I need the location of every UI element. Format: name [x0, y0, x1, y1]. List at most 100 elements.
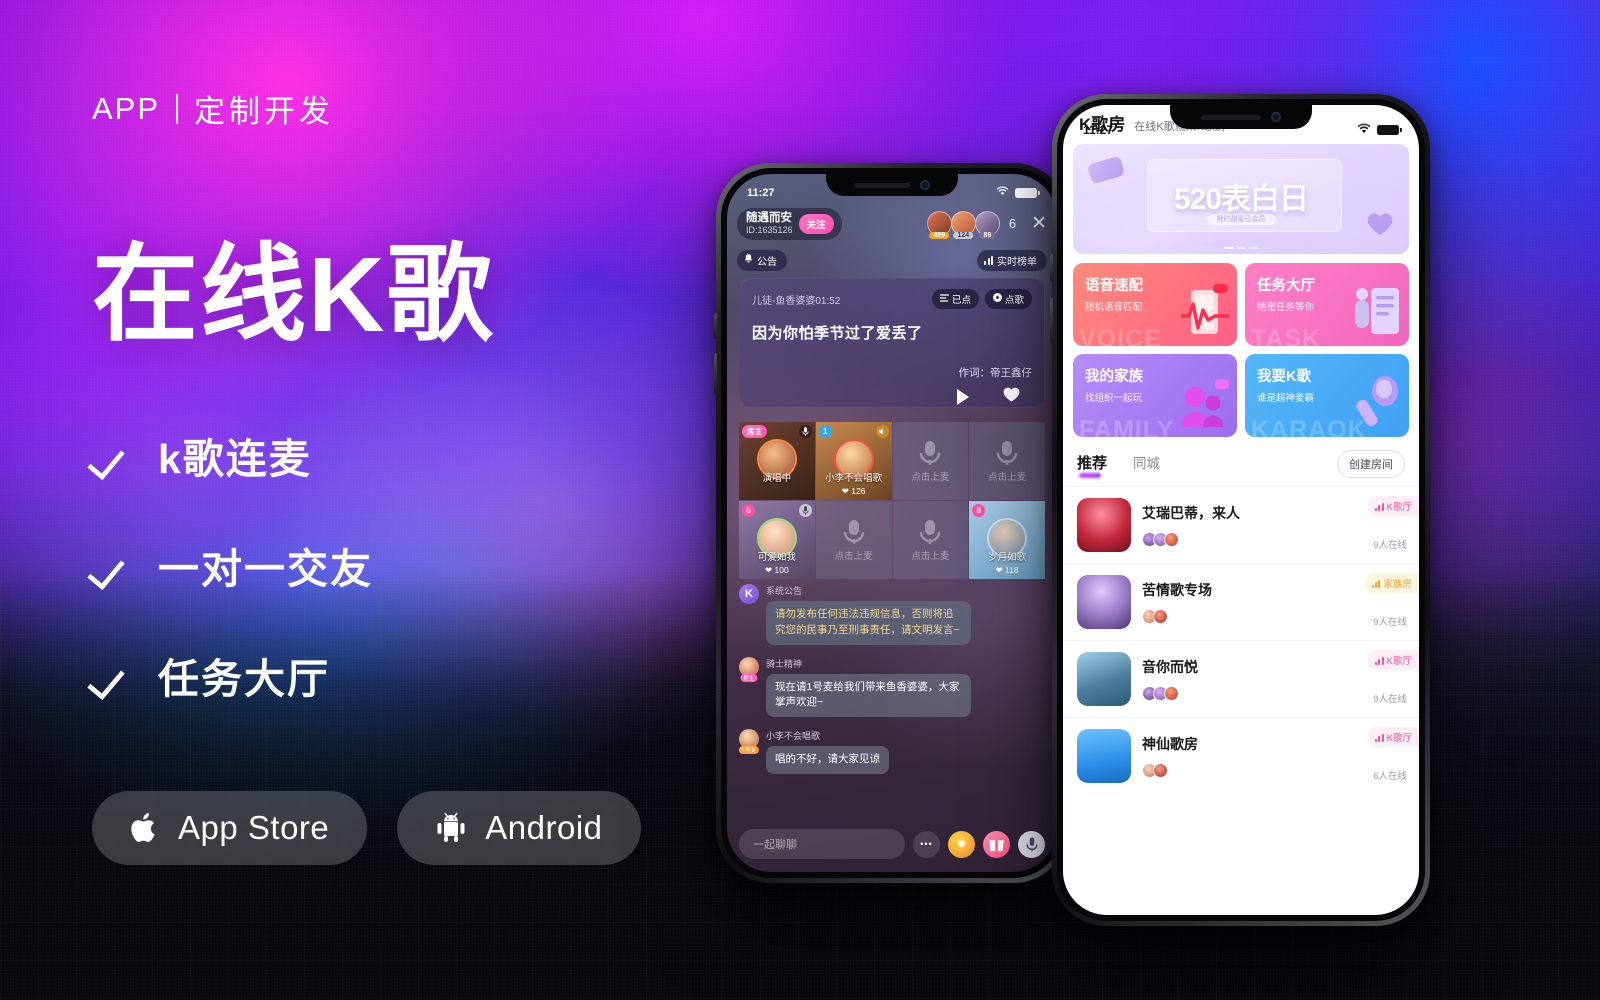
front-camera: [1270, 112, 1281, 122]
wifi-icon: [1357, 123, 1371, 137]
check-icon: [92, 545, 132, 585]
chat-message: 1号麦 小李不会唱歌 唱的不好，请大家见谅: [739, 729, 1045, 774]
room-tag-label: 家族房: [1383, 579, 1412, 590]
phone-volume-button[interactable]: [1050, 254, 1053, 282]
bar-chart-icon: [1375, 656, 1384, 665]
viewer-avatars[interactable]: 459 124 89 6 ✕: [926, 211, 1047, 240]
seat-number: 8: [972, 504, 986, 517]
chat-bubble: 唱的不好，请大家见谅: [766, 746, 889, 774]
mic-icon: [994, 440, 1020, 466]
category-grid: 语音速配 随机语音匹配 VOICE 任务大厅 绝密任务等你 TASK 我的家族 …: [1063, 254, 1419, 447]
category-card-family[interactable]: 我的家族 找组织一起玩 FAMILY: [1073, 354, 1237, 437]
chat-message: K 系统公告 请勿发布任何违法违规信息，否则将追究您的民事乃至刑事责任，请文明发…: [739, 584, 1045, 645]
avatar[interactable]: 89: [974, 211, 1000, 240]
promo-banner[interactable]: 520表白日 限时甜蜜日会员: [1073, 144, 1409, 254]
room-owner-chip[interactable]: 随遇而安 ID:1635126 关注: [737, 208, 842, 240]
status-icons: [1357, 123, 1402, 137]
marketing-copy: APP 定制开发 在线K歌 k歌连麦 一对一交友 任务大厅 App Store: [92, 0, 652, 1000]
phone-mockup-room: 11:27 随遇而安 ID:1635126 关注 459 124 89 6 ✕ …: [714, 163, 1068, 883]
room-tabs: 推荐 同城 创建房间: [1063, 447, 1419, 486]
category-card-task[interactable]: 任务大厅 绝密任务等你 TASK: [1245, 263, 1409, 346]
chat-message-list[interactable]: K 系统公告 请勿发布任何违法违规信息，否则将追究您的民事乃至刑事责任，请文明发…: [739, 584, 1045, 812]
avatar[interactable]: 124: [950, 211, 976, 240]
mic-seat[interactable]: 1 小李不会唱歌 ❤ 126: [815, 422, 892, 500]
seat-name: 小李不会唱歌: [825, 473, 883, 484]
feature-item-1: 一对一交友: [92, 535, 652, 595]
android-button[interactable]: Android: [397, 791, 641, 866]
avatar[interactable]: 459: [926, 211, 952, 240]
table-row[interactable]: 苦情歌专场 家族房 9人在线: [1063, 564, 1419, 641]
seat-likes: ❤ 100: [765, 565, 789, 575]
disc-icon: [992, 293, 1002, 305]
room-thumbnail: [1077, 575, 1131, 629]
viewer-count-badge: 124: [953, 232, 974, 240]
emoji-icon[interactable]: ✹: [948, 830, 975, 858]
room-info: 神仙歌房: [1142, 734, 1405, 778]
create-room-button[interactable]: 创建房间: [1337, 450, 1405, 478]
empty-seat-label: 点击上麦: [834, 550, 873, 562]
song-controls: [752, 387, 1032, 407]
phone-volume-button[interactable]: [714, 313, 717, 339]
tab-recommend[interactable]: 推荐: [1077, 452, 1107, 477]
banner-pagination[interactable]: [1224, 246, 1258, 249]
room-name: 神仙歌房: [1142, 736, 1198, 752]
ordered-songs-label: 已点: [951, 295, 971, 306]
room-thumbnail: [1077, 498, 1131, 552]
mic-seat-empty[interactable]: 点击上麦: [815, 501, 892, 579]
table-row[interactable]: 神仙歌房 K歌厅 6人在线: [1063, 718, 1419, 794]
play-icon[interactable]: [957, 389, 969, 405]
mic-seat[interactable]: 房主 演唱中: [739, 422, 815, 500]
app-store-button[interactable]: App Store: [92, 791, 368, 866]
category-card-voice[interactable]: 语音速配 随机语音匹配 VOICE: [1073, 263, 1237, 346]
gift-icon[interactable]: [983, 830, 1010, 858]
mic-seat-empty[interactable]: 点击上麦: [892, 501, 969, 579]
close-icon[interactable]: ✕: [1031, 214, 1047, 233]
chat-bubble: 请勿发布任何违法违规信息，否则将追究您的民事乃至刑事责任，请文明发言~: [766, 601, 971, 645]
realtime-rank-button[interactable]: 实时榜单: [977, 250, 1047, 271]
home-screen: 11:27 K歌房 在线K歌就来K歌房: [1063, 105, 1419, 915]
viewer-count-badge: 459: [929, 232, 950, 240]
mic-icon: [917, 440, 943, 466]
ordered-songs-button[interactable]: 已点: [931, 289, 979, 309]
tab-nearby[interactable]: 同城: [1133, 452, 1160, 476]
list-icon: [939, 293, 949, 305]
phone-volume-up-button[interactable]: [1050, 298, 1053, 344]
seat-name: 可爱如我: [757, 552, 796, 563]
battery-icon: [1015, 187, 1040, 198]
heart-icon: [1367, 212, 1393, 236]
category-card-karaoke[interactable]: 我要K歌 谁是超神麦霸 KARAOK: [1245, 354, 1409, 437]
table-row[interactable]: 艾瑞巴蒂，来人 K歌厅 9人在线: [1063, 487, 1419, 564]
follow-button[interactable]: 关注: [798, 213, 834, 234]
more-dots-icon[interactable]: •••: [913, 830, 940, 858]
viewer-total-count: 6: [1008, 216, 1017, 232]
mic-muted-icon: [875, 425, 889, 438]
avatar: 1号麦: [739, 729, 760, 754]
rank-label: 实时榜单: [997, 257, 1037, 268]
heart-icon[interactable]: [1003, 387, 1020, 407]
seat-likes: ❤ 118: [995, 565, 1019, 575]
online-count: 6人在线: [1373, 771, 1407, 782]
room-list: 艾瑞巴蒂，来人 K歌厅 9人在线 苦情歌专场 家族房 9人在线 音你而悦 K歌厅…: [1063, 486, 1419, 794]
table-row[interactable]: 音你而悦 K歌厅 9人在线: [1063, 641, 1419, 718]
order-song-button[interactable]: 点歌: [984, 289, 1032, 309]
feature-label: 任务大厅: [158, 656, 330, 703]
avatar: 房主: [739, 656, 759, 682]
room-owner-name: 随遇而安: [746, 212, 792, 224]
chat-input[interactable]: 一起聊聊: [739, 829, 905, 859]
seat-name: 演唱中: [762, 473, 792, 484]
mic-seat[interactable]: 8 岁月如歌 ❤ 118: [969, 501, 1045, 579]
apple-icon: [130, 810, 160, 846]
announcement-button[interactable]: 公告: [737, 250, 787, 271]
song-title: 儿徒-鱼香婆婆01:52: [752, 295, 841, 307]
mic-seat[interactable]: 5 可爱如我 ❤ 100: [739, 501, 815, 579]
mic-icon[interactable]: [1018, 830, 1045, 858]
eyebrow-custom-dev-label: 定制开发: [194, 94, 335, 129]
category-watermark: VOICE: [1079, 325, 1162, 346]
room-name: 艾瑞巴蒂，来人: [1142, 505, 1240, 521]
phone-wave-illustration: [1179, 282, 1231, 340]
mic-seat-empty[interactable]: 点击上麦: [969, 422, 1045, 500]
mic-seat-empty[interactable]: 点击上麦: [892, 422, 969, 500]
seat-number: 5: [742, 504, 755, 517]
phone-volume-up-button[interactable]: [714, 353, 717, 395]
store-buttons: App Store Android: [92, 791, 652, 866]
